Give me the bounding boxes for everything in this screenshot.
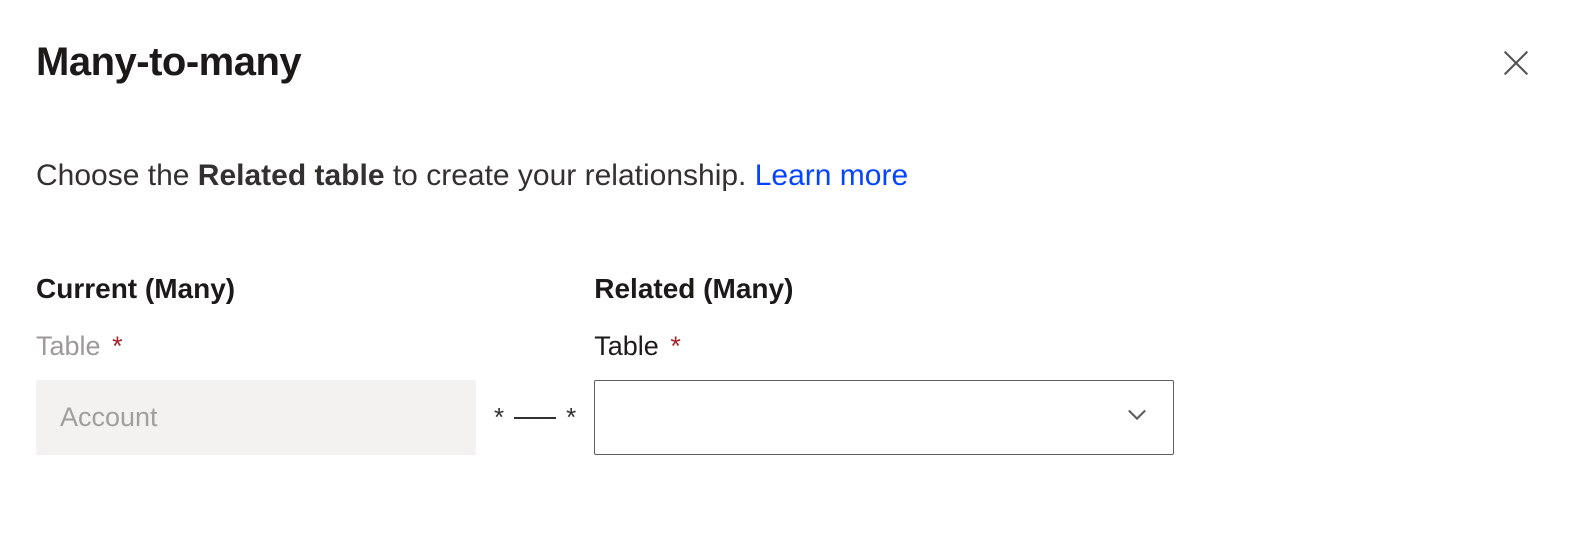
related-table-dropdown[interactable]: [594, 380, 1174, 455]
current-heading: Current (Many): [36, 273, 476, 305]
intro-bold: Related table: [198, 159, 385, 192]
intro-text: Choose the Related table to create your …: [36, 159, 1539, 193]
connector-right-asterisk: *: [566, 402, 576, 433]
related-heading: Related (Many): [594, 273, 1174, 305]
current-field-row: Account: [36, 380, 476, 455]
related-column: Related (Many) Table *: [594, 273, 1174, 455]
relationship-columns: Current (Many) Table * Account * * Relat…: [36, 273, 1539, 455]
learn-more-link[interactable]: Learn more: [755, 159, 908, 192]
close-icon: [1499, 68, 1533, 83]
intro-prefix: Choose the: [36, 159, 198, 192]
intro-suffix: to create your relationship.: [385, 159, 755, 192]
relationship-connector: * *: [476, 380, 594, 455]
connector-line-icon: [514, 417, 556, 419]
related-field-row: [594, 380, 1174, 455]
dialog-header: Many-to-many: [36, 40, 1539, 89]
related-table-label-text: Table: [594, 331, 659, 361]
current-table-input: Account: [36, 380, 476, 455]
current-table-label: Table *: [36, 331, 476, 362]
required-asterisk: *: [112, 331, 123, 361]
current-column: Current (Many) Table * Account: [36, 273, 476, 455]
close-button[interactable]: [1493, 40, 1539, 89]
dialog-title: Many-to-many: [36, 40, 301, 85]
current-table-label-text: Table: [36, 331, 101, 361]
related-table-label: Table *: [594, 331, 1174, 362]
current-table-value: Account: [60, 402, 158, 433]
chevron-down-icon: [1123, 400, 1151, 435]
connector-left-asterisk: *: [494, 402, 504, 433]
required-asterisk: *: [670, 331, 681, 361]
